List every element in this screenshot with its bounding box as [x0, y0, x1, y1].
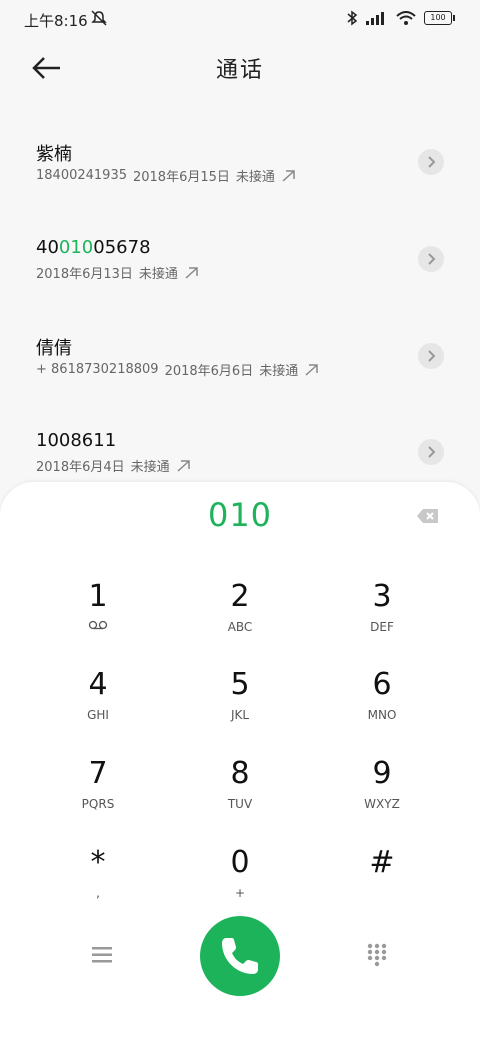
key-9[interactable]: 9 WXYZ: [322, 757, 442, 837]
key-digit: 7: [88, 756, 108, 791]
key-letters: WXYZ: [364, 797, 400, 811]
key-letters: ABC: [227, 620, 253, 634]
call-status: 未接通: [138, 267, 178, 282]
call-detail: 2018年6月4日 未接通: [36, 456, 192, 475]
signal-icon: [366, 12, 384, 25]
outgoing-call-icon: [282, 169, 295, 182]
status-icons: 100: [346, 10, 455, 26]
key-6[interactable]: 6 MNO: [322, 668, 442, 748]
chevron-right-icon[interactable]: [418, 149, 444, 175]
contact-name: 紫楠: [36, 144, 72, 165]
call-date: 2018年6月13日: [36, 267, 133, 282]
key-letters: ,: [96, 886, 100, 900]
key-digit: 4: [88, 667, 108, 702]
key-8[interactable]: 8 TUV: [180, 757, 300, 837]
key-digit: 2: [230, 579, 250, 614]
call-date: 2018年6月6日: [164, 364, 254, 379]
call-detail: + 8618730218809 2018年6月6日 未接通: [36, 360, 320, 379]
voicemail-icon: [88, 620, 108, 630]
key-4[interactable]: 4 GHI: [38, 668, 158, 748]
keypad-icon[interactable]: [366, 942, 388, 968]
call-detail: 18400241935 2018年6月15日 未接通: [36, 166, 297, 185]
number-part: 05678: [93, 237, 151, 258]
key-2[interactable]: 2 ABC: [180, 580, 300, 660]
key-digit: 0: [230, 845, 250, 880]
key-digit: 1: [88, 579, 108, 614]
key-5[interactable]: 5 JKL: [180, 668, 300, 748]
key-1[interactable]: 1: [38, 580, 158, 660]
key-digit: 6: [372, 667, 392, 702]
call-status: 未接通: [130, 460, 170, 475]
key-letters: PQRS: [81, 797, 115, 811]
call-status: 未接通: [235, 170, 275, 185]
key-letters: MNO: [367, 708, 397, 722]
key-letters: TUV: [227, 797, 253, 811]
dialer-panel: 010 1 2 ABC 3 DEF 4 GHI 5 JKL 6 MNO 7 PQ…: [0, 482, 480, 1040]
dialed-number[interactable]: 010: [0, 496, 480, 534]
call-detail: 2018年6月13日 未接通: [36, 263, 200, 282]
backspace-icon[interactable]: [416, 508, 440, 524]
key-letters: GHI: [87, 708, 109, 722]
call-number: 18400241935: [36, 168, 127, 183]
key-digit: *: [90, 845, 106, 880]
call-number: + 8618730218809: [36, 362, 159, 377]
dialer-actions: [0, 914, 480, 998]
call-row[interactable]: 紫楠 18400241935 2018年6月15日 未接通: [0, 140, 480, 220]
number-part: 40: [36, 237, 59, 258]
contact-name: 1008611: [36, 430, 117, 451]
status-time: 上午8:16: [24, 12, 88, 30]
key-digit: 9: [372, 756, 392, 791]
call-row[interactable]: 倩倩 + 8618730218809 2018年6月6日 未接通: [0, 334, 480, 414]
key-letters: DEF: [370, 620, 394, 634]
number-match-highlight: 010: [58, 237, 94, 258]
call-status: 未接通: [259, 364, 299, 379]
key-7[interactable]: 7 PQRS: [38, 757, 158, 837]
page-title: 通话: [215, 58, 264, 83]
status-bar: 上午8:16 100: [0, 0, 480, 40]
key-digit: 8: [230, 756, 250, 791]
outgoing-call-icon: [185, 266, 198, 279]
chevron-right-icon[interactable]: [418, 246, 444, 272]
key-digit: 3: [372, 579, 392, 614]
menu-icon[interactable]: [90, 944, 114, 966]
key-letters: +: [234, 886, 246, 900]
contact-number-match: 4001005678: [36, 237, 151, 258]
key-3[interactable]: 3 DEF: [322, 580, 442, 660]
chevron-right-icon[interactable]: [418, 439, 444, 465]
wifi-icon: [396, 11, 416, 25]
contact-name: 倩倩: [36, 338, 72, 359]
chevron-right-icon[interactable]: [418, 343, 444, 369]
call-button[interactable]: [200, 916, 280, 996]
call-date: 2018年6月4日: [36, 460, 125, 475]
app-header: 通话: [0, 44, 480, 92]
battery-icon: 100: [424, 11, 455, 25]
phone-icon: [222, 938, 258, 974]
outgoing-call-icon: [305, 363, 318, 376]
call-row[interactable]: 4001005678 2018年6月13日 未接通: [0, 237, 480, 317]
key-digit: 5: [230, 667, 250, 702]
key-digit: #: [369, 845, 395, 880]
mute-icon: [91, 10, 107, 26]
call-date: 2018年6月15日: [132, 170, 230, 185]
outgoing-call-icon: [177, 459, 190, 472]
key-letters: JKL: [230, 708, 250, 722]
bluetooth-icon: [347, 10, 358, 26]
